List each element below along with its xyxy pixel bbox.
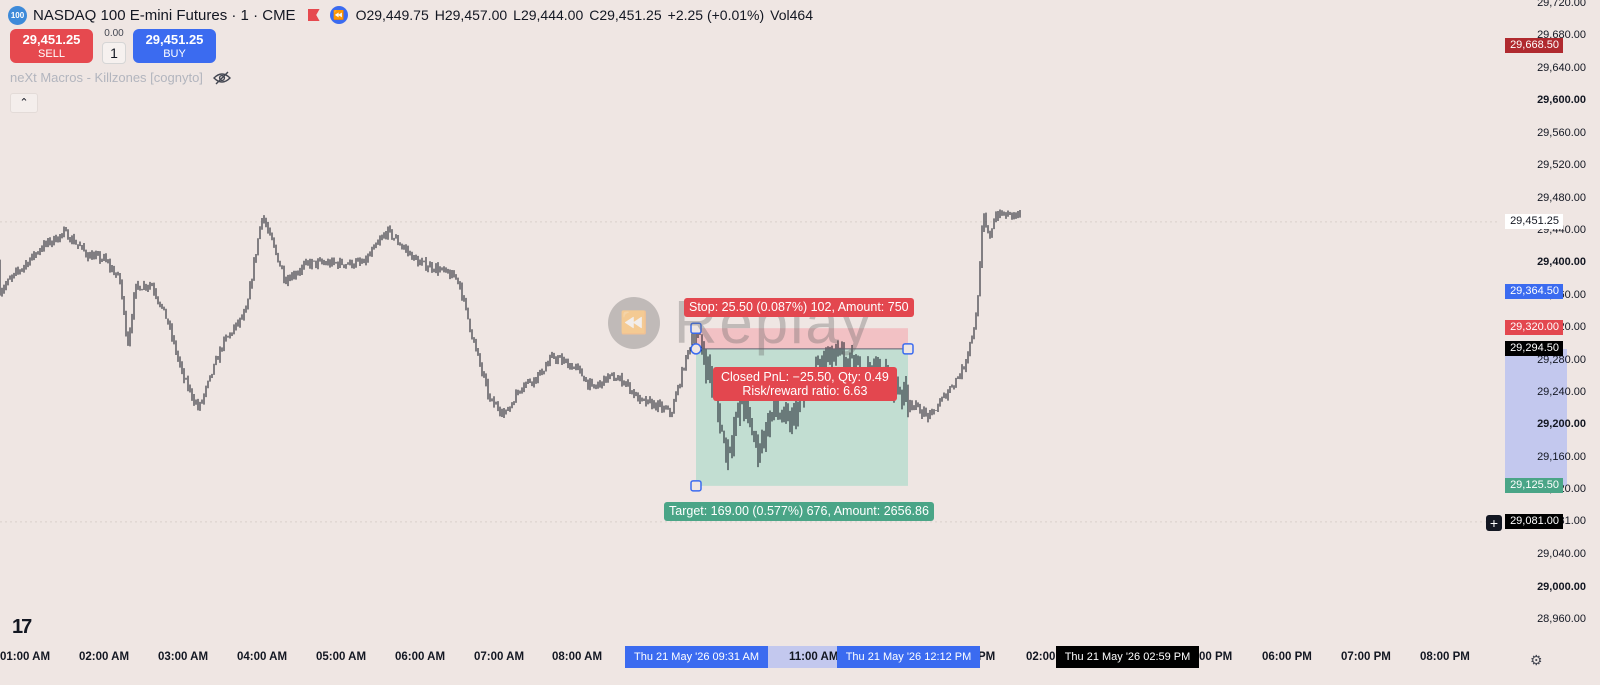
price-tag: 29,451.25: [1505, 213, 1563, 229]
time-tick: 02:00: [1026, 651, 1056, 663]
ohlc-close: C29,451.25: [589, 7, 662, 23]
time-tick: 08:00 PM: [1420, 651, 1470, 663]
price-tag: 29,294.50: [1505, 340, 1563, 356]
sell-label: SELL: [38, 48, 65, 60]
ohlc-change: +2.25 (+0.01%): [667, 7, 765, 23]
price-tag: 29,668.50: [1505, 37, 1563, 53]
ohlc-high: H29,457.00: [434, 7, 508, 23]
time-tick: 07:00 AM: [474, 651, 525, 663]
collapse-legend-button[interactable]: ⌃: [10, 93, 38, 113]
price-tick: 29,640.00: [1537, 61, 1586, 74]
price-tick: 29,000.00: [1537, 580, 1586, 593]
indicator-name: neXt Macros - Killzones [cognyto]: [10, 70, 203, 85]
time-tick: 03:00 AM: [158, 651, 209, 663]
rewind-icon: ⏪: [608, 296, 660, 349]
chevron-up-icon: ⌃: [19, 97, 29, 109]
time-tick: 00 PM: [1199, 651, 1233, 663]
price-tick: 29,560.00: [1537, 126, 1586, 139]
time-tick: 11:00 AM: [789, 651, 839, 663]
price-tick: 28,960.00: [1537, 613, 1586, 625]
ohlc-low: L29,444.00: [513, 7, 584, 23]
price-tag: 29,081.00: [1505, 513, 1563, 529]
tradingview-logo[interactable]: 17: [12, 616, 32, 639]
price-tick: 29,720.00: [1537, 0, 1586, 9]
entry-right-handle: [902, 343, 914, 355]
ohlc-open: O29,449.75: [355, 7, 429, 23]
symbol-header: 100 NASDAQ 100 E-mini Futures · 1 · CME …: [8, 4, 813, 26]
closed-pnl-label[interactable]: Closed PnL: −25.50, Qty: 0.49 Risk/rewar…: [713, 367, 897, 401]
price-axis-range-highlight: [1505, 348, 1567, 486]
time-tick: 08:00 AM: [552, 651, 603, 663]
price-tick: 29,520.00: [1537, 159, 1586, 172]
price-tick: 29,040.00: [1537, 548, 1586, 561]
target-label[interactable]: Target: 169.00 (0.577%) 676, Amount: 265…: [664, 502, 934, 521]
buy-button[interactable]: 29,451.25 BUY: [133, 29, 216, 63]
quantity-input[interactable]: 1: [102, 42, 126, 64]
indicator-legend[interactable]: neXt Macros - Killzones [cognyto]: [10, 70, 231, 85]
nasdaq-badge-icon: 100: [8, 5, 27, 25]
ohlc-volume: Vol464: [770, 7, 813, 23]
price-tick: 29,480.00: [1537, 191, 1586, 204]
eye-hidden-icon[interactable]: [212, 71, 231, 85]
time-axis-crosshair-label: Thu 21 May '26 09:31 AM: [625, 646, 768, 668]
price-tick: 29,240.00: [1537, 386, 1586, 399]
settings-gear-icon[interactable]: ⚙: [1530, 652, 1543, 669]
symbol-title[interactable]: NASDAQ 100 E-mini Futures · 1 · CME: [33, 7, 296, 24]
time-tick: 06:00 PM: [1262, 651, 1312, 663]
sell-price: 29,451.25: [22, 32, 81, 47]
price-tick: 29,200.00: [1537, 418, 1586, 431]
time-tick: PM: [978, 651, 996, 663]
target-handle: [690, 480, 702, 492]
replay-icon[interactable]: ⏪: [329, 6, 348, 24]
time-tick: 01:00 AM: [0, 651, 51, 663]
buy-price: 29,451.25: [145, 32, 204, 47]
time-axis-crosshair-label: Thu 21 May '26 02:59 PM: [1056, 646, 1199, 668]
time-tick: 04:00 AM: [237, 651, 288, 663]
price-tag: 29,125.50: [1505, 477, 1563, 493]
time-tick: 02:00 AM: [79, 651, 130, 663]
risk-reward-text: Risk/reward ratio: 6.63: [742, 384, 868, 398]
time-tick: 07:00 PM: [1341, 651, 1391, 663]
sell-button[interactable]: 29,451.25 SELL: [10, 29, 93, 63]
price-tick: 29,400.00: [1537, 256, 1586, 269]
time-tick: 06:00 AM: [395, 651, 446, 663]
spread-value: 0.00: [104, 28, 124, 39]
add-alert-plus-icon[interactable]: +: [1486, 515, 1502, 531]
stop-label[interactable]: Stop: 25.50 (0.087%) 102, Amount: 750: [684, 298, 914, 317]
time-tick: 05:00 AM: [316, 651, 367, 663]
price-tag: 29,320.00: [1505, 320, 1563, 336]
closed-pnl-text: Closed PnL: −25.50, Qty: 0.49: [721, 370, 889, 384]
price-tick: 29,600.00: [1537, 94, 1586, 107]
price-tick: 29,160.00: [1537, 450, 1586, 463]
quantity-box: 0.00 1: [102, 28, 126, 64]
time-axis-crosshair-label: Thu 21 May '26 12:12 PM: [837, 646, 980, 668]
buy-label: BUY: [163, 48, 186, 60]
price-tag: 29,364.50: [1505, 284, 1563, 300]
flag-icon[interactable]: [307, 9, 320, 21]
